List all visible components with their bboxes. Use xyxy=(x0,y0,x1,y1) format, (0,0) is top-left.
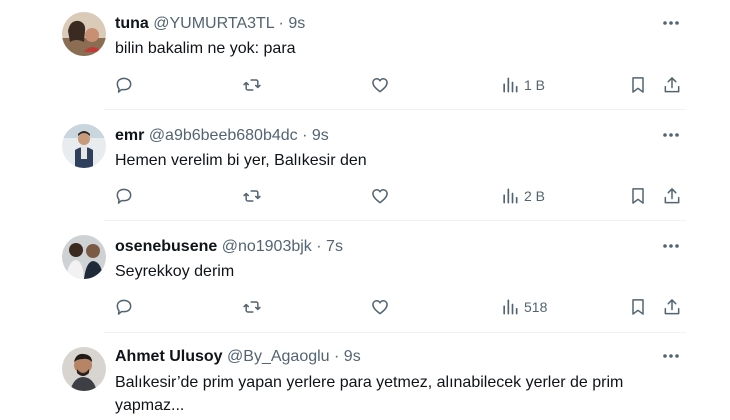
more-options-button[interactable] xyxy=(660,346,682,366)
bookmark-button[interactable] xyxy=(628,185,648,207)
bookmark-button[interactable] xyxy=(628,74,648,96)
share-icon xyxy=(664,188,680,204)
display-name[interactable]: tuna xyxy=(115,15,149,32)
reply-button[interactable] xyxy=(114,185,134,207)
share-button[interactable] xyxy=(662,185,682,207)
display-name[interactable]: emr xyxy=(115,127,144,144)
share-button[interactable] xyxy=(662,74,682,96)
more-options-button[interactable] xyxy=(660,125,682,145)
avatar[interactable] xyxy=(62,124,106,168)
avatar[interactable] xyxy=(62,347,106,391)
tweet-text: Balıkesir’de prim yapan yerlere para yet… xyxy=(115,374,624,414)
like-button[interactable] xyxy=(370,185,390,207)
like-button[interactable] xyxy=(370,74,390,96)
views-icon xyxy=(503,77,518,93)
reply-button[interactable] xyxy=(114,74,134,96)
separator-dot: · xyxy=(334,348,340,365)
views-count: 1 B xyxy=(524,77,546,93)
tweet-text: Hemen verelim bi yer, Balıkesir den xyxy=(115,152,367,169)
user-handle[interactable]: @no1903bjk xyxy=(222,238,312,255)
timestamp[interactable]: 9s xyxy=(312,127,329,144)
tweet-header: osenebusene @no1903bjk · 7s xyxy=(115,237,343,257)
more-icon xyxy=(663,21,679,25)
tweet[interactable]: emr @a9b6beeb680b4dc · 9s Hemen verelim … xyxy=(0,110,690,222)
more-icon xyxy=(663,354,679,358)
user-handle[interactable]: @a9b6beeb680b4dc xyxy=(149,127,298,144)
user-handle[interactable]: @By_Agaoglu xyxy=(227,348,330,365)
share-button[interactable] xyxy=(662,296,682,318)
like-icon xyxy=(372,189,388,204)
views-count: 2 B xyxy=(524,188,546,204)
timestamp[interactable]: 9s xyxy=(288,15,305,32)
timestamp[interactable]: 9s xyxy=(344,348,361,365)
more-icon xyxy=(663,133,679,137)
like-icon xyxy=(372,78,388,93)
retweet-icon xyxy=(243,190,261,202)
like-button[interactable] xyxy=(370,296,390,318)
tweet-header: tuna @YUMURTA3TL · 9s xyxy=(115,14,305,34)
more-options-button[interactable] xyxy=(660,236,682,256)
retweet-button[interactable] xyxy=(242,185,262,207)
tweet-text: bilin bakalim ne yok: para xyxy=(115,40,296,57)
tweet-header: Ahmet Ulusoy @By_Agaoglu · 9s xyxy=(115,347,361,367)
display-name[interactable]: osenebusene xyxy=(115,238,217,255)
share-icon xyxy=(664,299,680,315)
views-button[interactable]: 1 B xyxy=(500,74,545,96)
more-icon xyxy=(663,244,679,248)
tweet[interactable]: tuna @YUMURTA3TL · 9s bilin bakalim ne y… xyxy=(0,0,690,112)
retweet-button[interactable] xyxy=(242,74,262,96)
tweet-text: Seyrekkoy derim xyxy=(115,263,235,280)
tweet-header: emr @a9b6beeb680b4dc · 9s xyxy=(115,126,329,146)
like-icon xyxy=(372,300,388,315)
bookmark-icon xyxy=(632,299,644,315)
retweet-button[interactable] xyxy=(242,296,262,318)
tweet-actions: 1 B xyxy=(114,74,684,96)
reply-icon xyxy=(116,299,132,315)
reply-icon xyxy=(116,188,132,204)
tweet[interactable]: Ahmet Ulusoy @By_Agaoglu · 9s Balıkesir’… xyxy=(0,333,690,420)
bookmark-icon xyxy=(632,188,644,204)
tweet-actions: 518 xyxy=(114,296,684,318)
timestamp[interactable]: 7s xyxy=(326,238,343,255)
bookmark-icon xyxy=(632,77,644,93)
user-handle[interactable]: @YUMURTA3TL xyxy=(153,15,274,32)
avatar[interactable] xyxy=(62,12,106,56)
reply-button[interactable] xyxy=(114,296,134,318)
separator-dot: · xyxy=(316,238,322,255)
reply-icon xyxy=(116,77,132,93)
separator-dot: · xyxy=(278,15,284,32)
retweet-icon xyxy=(243,79,261,91)
views-button[interactable]: 518 xyxy=(500,296,547,318)
retweet-icon xyxy=(243,301,261,313)
views-icon xyxy=(503,188,518,204)
tweet[interactable]: osenebusene @no1903bjk · 7s Seyrekkoy de… xyxy=(0,221,690,333)
tweet-actions: 2 B xyxy=(114,185,684,207)
views-icon xyxy=(503,299,518,315)
separator-dot: · xyxy=(302,127,308,144)
views-button[interactable]: 2 B xyxy=(500,185,545,207)
avatar[interactable] xyxy=(62,235,106,279)
bookmark-button[interactable] xyxy=(628,296,648,318)
share-icon xyxy=(664,77,680,93)
display-name[interactable]: Ahmet Ulusoy xyxy=(115,348,223,365)
views-count: 518 xyxy=(524,299,548,315)
more-options-button[interactable] xyxy=(660,13,682,33)
